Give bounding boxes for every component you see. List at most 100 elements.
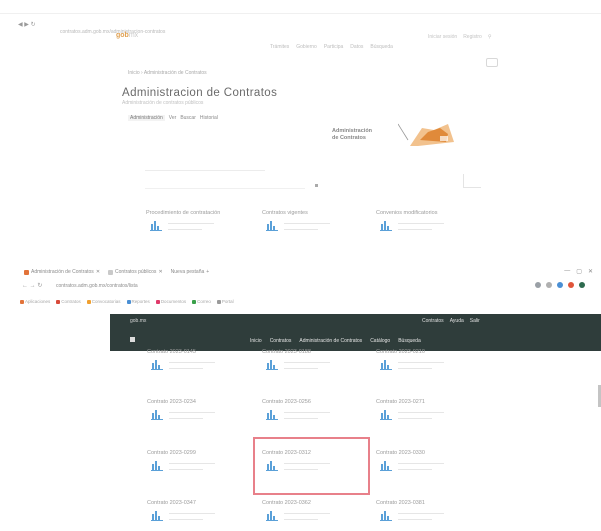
profile-avatar[interactable] (579, 282, 585, 288)
menu-item[interactable]: Contratos (270, 338, 292, 344)
chart-icon (266, 511, 278, 521)
contract-card[interactable]: Contrato 2023-0145 (147, 349, 247, 381)
maximize-icon[interactable]: ▢ (576, 268, 582, 275)
chart-icon (266, 360, 278, 370)
card-caption: Contrato 2023-0347 (147, 500, 196, 506)
card-caption: Contratos vigentes (262, 210, 308, 216)
extensions (535, 282, 585, 288)
card-caption: Contrato 2023-0362 (262, 500, 311, 506)
contract-card[interactable]: Contrato 2023-0347 (147, 500, 247, 531)
bookmark[interactable]: Documentos (155, 299, 186, 304)
card-item[interactable]: Procedimiento de contratación (146, 210, 246, 242)
chip[interactable]: Buscar (180, 115, 196, 121)
bookmarks-bar: Aplicaciones Contratos Convocatorias Rep… (20, 299, 234, 304)
site-header: gob.mx Contratos Ayuda Salir Inicio Cont… (110, 314, 601, 351)
chart-icon (380, 221, 392, 231)
star-icon[interactable] (546, 282, 552, 288)
register-link[interactable]: Registro (463, 34, 482, 40)
favicon-icon (108, 269, 114, 275)
bookmark[interactable]: Contratos (56, 299, 81, 304)
bookmark[interactable]: Portal (216, 299, 234, 304)
tab-strip (0, 0, 601, 14)
card-caption: Contrato 2023-0271 (376, 399, 425, 405)
page-subtitle: Administración de contratos públicos (122, 100, 204, 106)
page-top: gobmx Iniciar sesión Registro ⚲ Trámites… (110, 30, 505, 240)
contract-card[interactable]: Contrato 2023-0299 (147, 450, 247, 482)
card-caption: Contrato 2023-0330 (376, 450, 425, 456)
tab[interactable]: Contratos públicos ✕ (108, 269, 163, 275)
contract-card[interactable]: Contrato 2023-0381 (376, 500, 476, 531)
chart-icon (380, 410, 392, 420)
site-logo[interactable]: gob.mx (130, 318, 146, 324)
tab-strip: Administración de Contratos ✕ Contratos … (24, 269, 209, 275)
chart-icon (380, 511, 392, 521)
chart-icon (380, 461, 392, 471)
chart-icon (151, 461, 163, 471)
chart-icon (266, 410, 278, 420)
menu-icon[interactable] (130, 337, 135, 342)
login-link[interactable]: Iniciar sesión (428, 34, 457, 40)
main-menu: Inicio Contratos Administración de Contr… (250, 338, 421, 344)
nav-buttons[interactable]: ← → ↻ (22, 282, 42, 289)
chip[interactable]: Historial (200, 115, 218, 121)
menu-item[interactable]: Inicio (250, 338, 262, 344)
header-link[interactable]: Ayuda (450, 318, 464, 324)
search-icon[interactable]: ⚲ (488, 34, 492, 40)
header-links: Contratos Ayuda Salir (422, 318, 480, 324)
chip[interactable]: Ver (169, 115, 177, 121)
card-caption: Contrato 2023-0381 (376, 500, 425, 506)
nav-item[interactable]: Participa (324, 44, 343, 50)
card-caption: Contrato 2023-0145 (147, 349, 196, 355)
contract-card[interactable]: Contrato 2023-0188 (262, 349, 362, 381)
top-actions: Iniciar sesión Registro ⚲ (428, 34, 491, 40)
close-icon[interactable]: ✕ (588, 268, 593, 275)
nav-item[interactable]: Gobierno (296, 44, 317, 50)
contract-card[interactable]: Contrato 2023-0271 (376, 399, 476, 431)
chart-icon (266, 221, 278, 231)
contract-card[interactable]: Contrato 2023-0234 (147, 399, 247, 431)
bookmark[interactable]: Convocatorias (86, 299, 121, 304)
nav-item[interactable]: Búsqueda (370, 44, 393, 50)
minimize-icon[interactable]: — (564, 268, 570, 275)
favicon-icon (24, 269, 29, 275)
extension-icon[interactable] (568, 282, 574, 288)
filter-box[interactable] (463, 174, 481, 188)
card-caption: Contrato 2023-0234 (147, 399, 196, 405)
nav-buttons[interactable]: ◀ ▶ ↻ (18, 21, 36, 28)
nav-item[interactable]: Datos (350, 44, 363, 50)
address-bar[interactable]: contratos.adm.gob.mx/contratos/lista (56, 283, 138, 289)
menu-item[interactable]: Catálogo (370, 338, 390, 344)
header-link[interactable]: Salir (470, 318, 480, 324)
menu-item[interactable]: Administración de Contratos (299, 338, 362, 344)
nav-item[interactable]: Trámites (270, 44, 289, 50)
contract-card[interactable]: Contrato 2023-0362 (262, 500, 362, 531)
main-nav: Trámites Gobierno Participa Datos Búsque… (270, 44, 393, 50)
card-item[interactable]: Contratos vigentes (262, 210, 362, 242)
card-caption: Convenios modificatorios (376, 210, 438, 216)
tab[interactable]: Nueva pestaña + (171, 269, 210, 275)
chart-icon (151, 410, 163, 420)
bookmark[interactable]: Reportes (126, 299, 150, 304)
chip[interactable]: Administración (128, 115, 165, 121)
chart-icon (150, 221, 162, 231)
search-icon[interactable] (535, 282, 541, 288)
browser-window-top: ◀ ▶ ↻ contratos.adm.gob.mx/administracio… (0, 0, 601, 35)
highlighted-card-outline (253, 437, 370, 495)
menu-toggle[interactable] (486, 58, 498, 67)
contract-card[interactable]: Contrato 2023-0330 (376, 450, 476, 482)
extension-icon[interactable] (557, 282, 563, 288)
filter-area (145, 170, 481, 200)
site-logo[interactable]: gobmx (116, 32, 138, 39)
menu-item[interactable]: Búsqueda (398, 338, 421, 344)
contract-card[interactable]: Contrato 2023-0210 (376, 349, 476, 381)
bookmark[interactable]: Aplicaciones (20, 299, 50, 304)
bookmark[interactable]: Correo (192, 299, 211, 304)
card-item[interactable]: Convenios modificatorios (376, 210, 476, 242)
breadcrumb[interactable]: Inicio › Administración de Contratos (128, 70, 207, 76)
header-link[interactable]: Contratos (422, 318, 444, 324)
tab-active[interactable]: Administración de Contratos ✕ (24, 269, 100, 275)
window-controls: — ▢ ✕ (564, 268, 593, 275)
contract-card[interactable]: Contrato 2023-0256 (262, 399, 362, 431)
address-bar[interactable]: contratos.adm.gob.mx/administracion-cont… (60, 20, 580, 35)
contracts-illustration (398, 123, 454, 146)
